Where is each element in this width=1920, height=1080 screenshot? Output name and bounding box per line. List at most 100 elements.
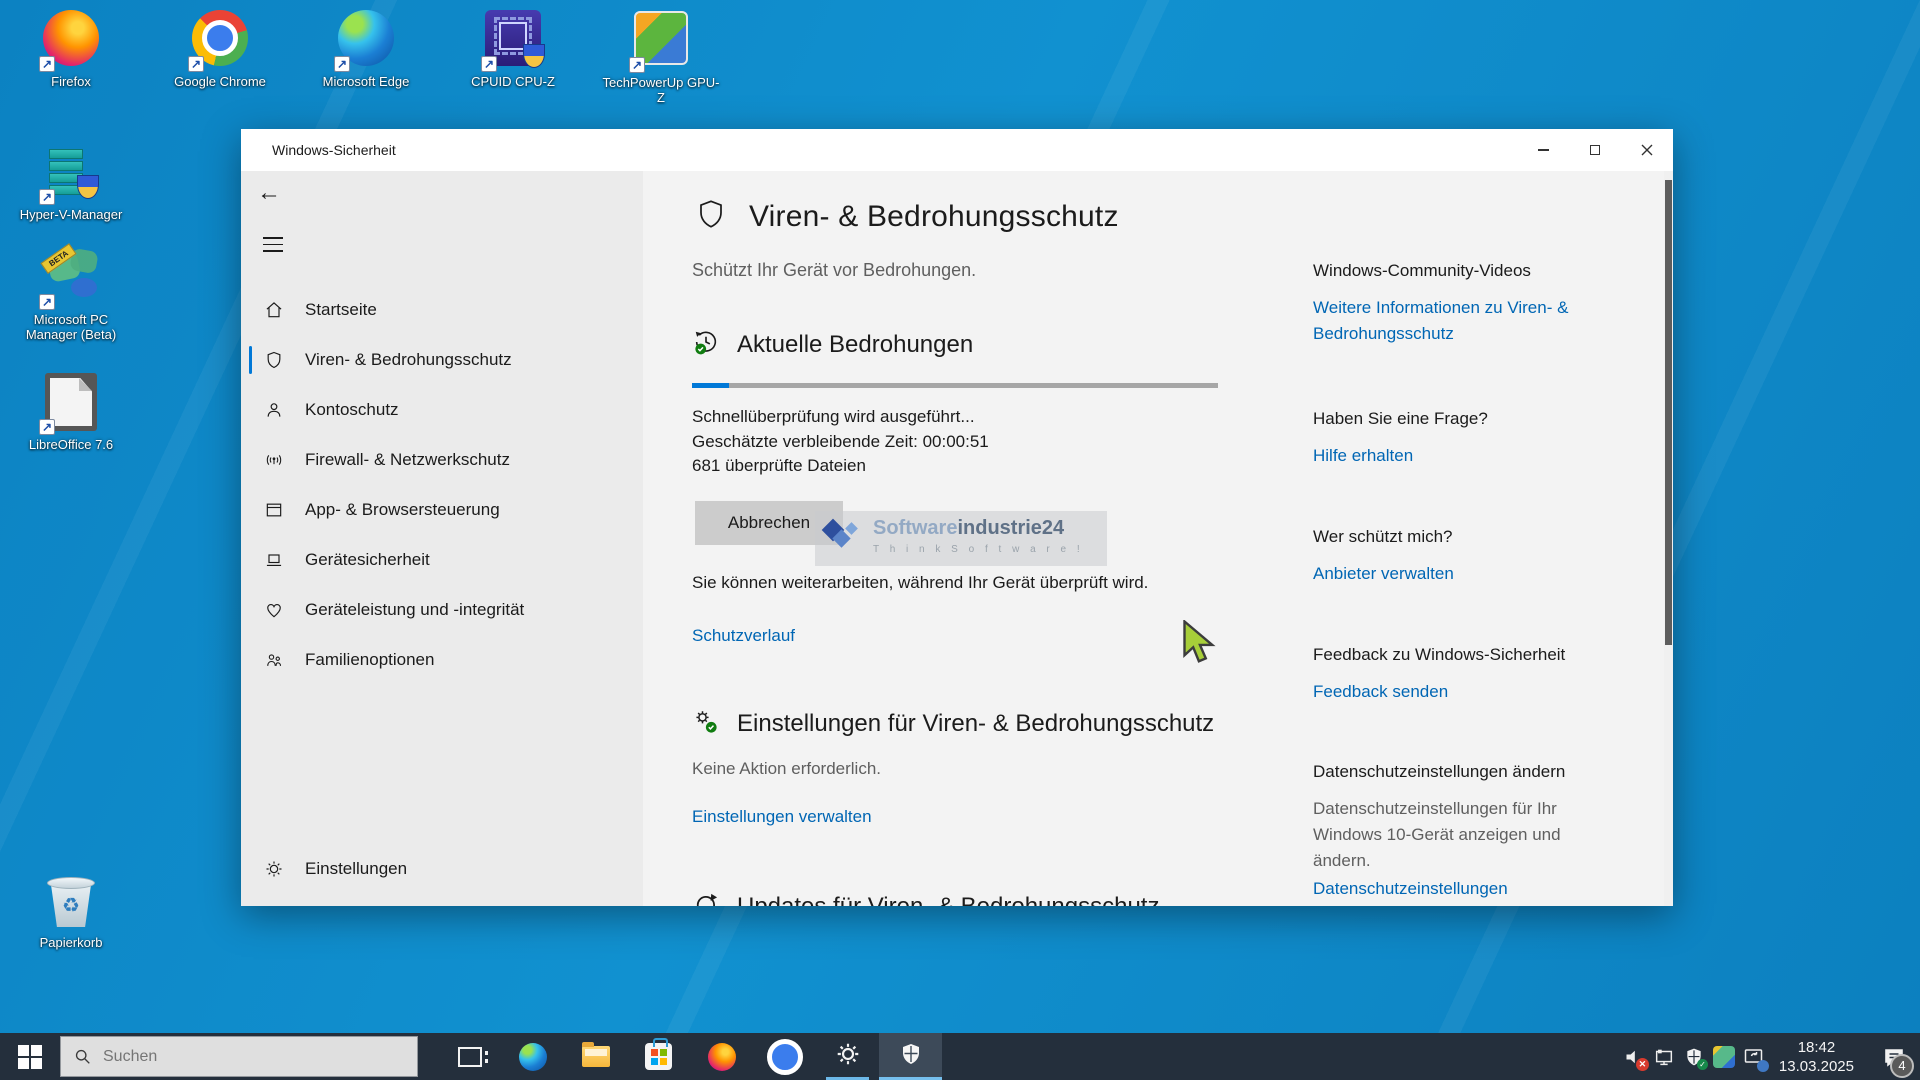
desktop-icon-hyperv[interactable]: Hyper-V-Manager xyxy=(11,143,131,222)
get-help-link[interactable]: Hilfe erhalten xyxy=(1313,443,1413,469)
scan-status-line: 681 überprüfte Dateien xyxy=(692,454,1232,479)
uac-shield-icon xyxy=(523,44,545,68)
sidebar-item-app-browser[interactable]: App- & Browsersteuerung xyxy=(241,485,643,535)
rc-heading: Feedback zu Windows-Sicherheit xyxy=(1313,645,1613,665)
shortcut-arrow-icon xyxy=(39,189,55,205)
taskbar-windows-security[interactable] xyxy=(879,1033,942,1080)
recycle-bin-icon: ♻ xyxy=(43,871,99,929)
sidebar-item-familienoptionen[interactable]: Familienoptionen xyxy=(241,635,643,685)
sidebar-item-startseite[interactable]: Startseite xyxy=(241,285,643,335)
sidebar-item-kontoschutz[interactable]: Kontoschutz xyxy=(241,385,643,435)
taskbar-settings[interactable] xyxy=(816,1033,879,1080)
privacy-settings-link[interactable]: Datenschutzeinstellungen xyxy=(1313,876,1508,902)
scrollbar-thumb[interactable] xyxy=(1665,180,1672,645)
protection-history-link[interactable]: Schutzverlauf xyxy=(692,626,795,646)
watermark: Softwareindustrie24 T h i n k S o f t w … xyxy=(815,511,1107,566)
shortcut-arrow-icon xyxy=(188,56,204,72)
minimize-button[interactable] xyxy=(1517,129,1569,171)
scan-progress-bar xyxy=(692,383,1218,388)
desktop-icon-label: LibreOffice 7.6 xyxy=(11,437,131,452)
chrome-icon xyxy=(771,1043,799,1071)
settings-check-icon xyxy=(692,708,720,741)
sidebar-item-geraetesicherheit[interactable]: Gerätesicherheit xyxy=(241,535,643,585)
shortcut-arrow-icon xyxy=(39,294,55,310)
desktop-icon-label: Google Chrome xyxy=(160,74,280,89)
pc-manager-tray-icon[interactable] xyxy=(1709,1033,1739,1080)
sidebar-item-label: Startseite xyxy=(305,300,377,320)
gear-icon xyxy=(264,859,284,879)
windows-security-window: Windows-Sicherheit ← Startseite xyxy=(241,129,1673,906)
shield-icon xyxy=(695,197,727,236)
window-title: Windows-Sicherheit xyxy=(272,142,396,158)
sidebar: ← Startseite Viren- & Bedrohungsschutz K… xyxy=(241,171,643,906)
notification-center-button[interactable]: 4 xyxy=(1868,1033,1920,1080)
manage-settings-link[interactable]: Einstellungen verwalten xyxy=(692,807,872,827)
clock-time: 18:42 xyxy=(1779,1038,1854,1057)
file-explorer-icon xyxy=(582,1046,610,1067)
shortcut-arrow-icon xyxy=(39,56,55,72)
desktop-icon-cpuz[interactable]: CPUID CPU-Z xyxy=(453,8,573,89)
taskbar-chrome[interactable] xyxy=(753,1033,816,1080)
desktop-icon-recycle-bin[interactable]: ♻ Papierkorb xyxy=(11,870,131,950)
taskbar-file-explorer[interactable] xyxy=(564,1033,627,1080)
uac-shield-icon xyxy=(77,175,99,199)
desktop-icon-libreoffice[interactable]: LibreOffice 7.6 xyxy=(11,372,131,452)
more-info-link[interactable]: Weitere Informationen zu Viren- & Bedroh… xyxy=(1313,295,1583,347)
task-view-button[interactable] xyxy=(438,1033,501,1080)
shortcut-arrow-icon xyxy=(39,419,55,435)
taskbar-store[interactable] xyxy=(627,1033,690,1080)
edge-icon xyxy=(519,1043,547,1071)
send-feedback-link[interactable]: Feedback senden xyxy=(1313,679,1448,705)
close-button[interactable] xyxy=(1621,129,1673,171)
shield-icon xyxy=(899,1041,923,1072)
security-shield-icon[interactable]: ✓ xyxy=(1679,1033,1709,1080)
sidebar-item-label: Geräteleistung und -integrität xyxy=(305,600,524,620)
page-subtitle: Schützt Ihr Gerät vor Bedrohungen. xyxy=(692,260,1232,281)
sidebar-item-virenschutz[interactable]: Viren- & Bedrohungsschutz xyxy=(241,335,643,385)
start-button[interactable] xyxy=(0,1033,60,1080)
desktop-icon-label: CPUID CPU-Z xyxy=(453,74,573,89)
desktop-icon-label: Papierkorb xyxy=(11,935,131,950)
rc-heading: Datenschutzeinstellungen ändern xyxy=(1313,762,1613,782)
desktop-icon-pc-manager[interactable]: BETA Microsoft PC Manager (Beta) xyxy=(11,248,131,342)
person-icon xyxy=(264,400,284,420)
scan-history-icon xyxy=(692,328,720,361)
sidebar-item-label: App- & Browsersteuerung xyxy=(305,500,500,520)
desktop-icon-gpuz[interactable]: TechPowerUp GPU-Z xyxy=(601,8,721,105)
back-button[interactable]: ← xyxy=(257,179,291,209)
desktop-icon-firefox[interactable]: Firefox xyxy=(11,8,131,89)
maximize-button[interactable] xyxy=(1569,129,1621,171)
settings-status: Keine Aktion erforderlich. xyxy=(692,759,1232,779)
watermark-tagline: T h i n k S o f t w a r e ! xyxy=(873,540,1084,560)
scan-note: Sie können weiterarbeiten, während Ihr G… xyxy=(692,573,1232,593)
sidebar-item-einstellungen[interactable]: Einstellungen xyxy=(241,844,643,894)
desktop-icon-edge[interactable]: Microsoft Edge xyxy=(306,8,426,89)
scan-status-line: Schnellüberprüfung wird ausgeführt... xyxy=(692,405,1232,430)
clock-date: 13.03.2025 xyxy=(1779,1057,1854,1076)
scan-status-line: Geschätzte verbleibende Zeit: 00:00:51 xyxy=(692,430,1232,455)
sidebar-item-label: Einstellungen xyxy=(305,859,407,879)
search-icon xyxy=(74,1048,91,1065)
search-input[interactable] xyxy=(103,1048,383,1066)
sidebar-item-firewall[interactable]: Firewall- & Netzwerkschutz xyxy=(241,435,643,485)
rc-heading: Wer schützt mich? xyxy=(1313,527,1613,547)
sidebar-item-geraeteleistung[interactable]: Geräteleistung und -integrität xyxy=(241,585,643,635)
taskbar-edge[interactable] xyxy=(501,1033,564,1080)
display-sync-icon[interactable] xyxy=(1739,1033,1769,1080)
desktop-icon-chrome[interactable]: Google Chrome xyxy=(160,8,280,89)
sidebar-item-label: Kontoschutz xyxy=(305,400,399,420)
volume-muted-icon[interactable]: ✕ xyxy=(1619,1033,1649,1080)
taskbar-firefox[interactable] xyxy=(690,1033,753,1080)
taskbar-search[interactable] xyxy=(60,1036,418,1077)
taskbar-clock[interactable]: 18:42 13.03.2025 xyxy=(1779,1038,1854,1076)
heart-icon xyxy=(264,600,284,620)
desktop-icon-label: Microsoft PC Manager (Beta) xyxy=(11,312,131,342)
scrollbar[interactable] xyxy=(1664,171,1673,906)
rc-body: Datenschutzeinstellungen für Ihr Windows… xyxy=(1313,796,1613,874)
menu-icon[interactable] xyxy=(263,237,283,257)
mute-badge: ✕ xyxy=(1636,1058,1649,1071)
taskbar: ✕ ✓ 18:42 13.03.2025 4 xyxy=(0,1033,1920,1080)
network-icon[interactable] xyxy=(1649,1033,1679,1080)
family-icon xyxy=(264,650,284,670)
manage-providers-link[interactable]: Anbieter verwalten xyxy=(1313,561,1454,587)
